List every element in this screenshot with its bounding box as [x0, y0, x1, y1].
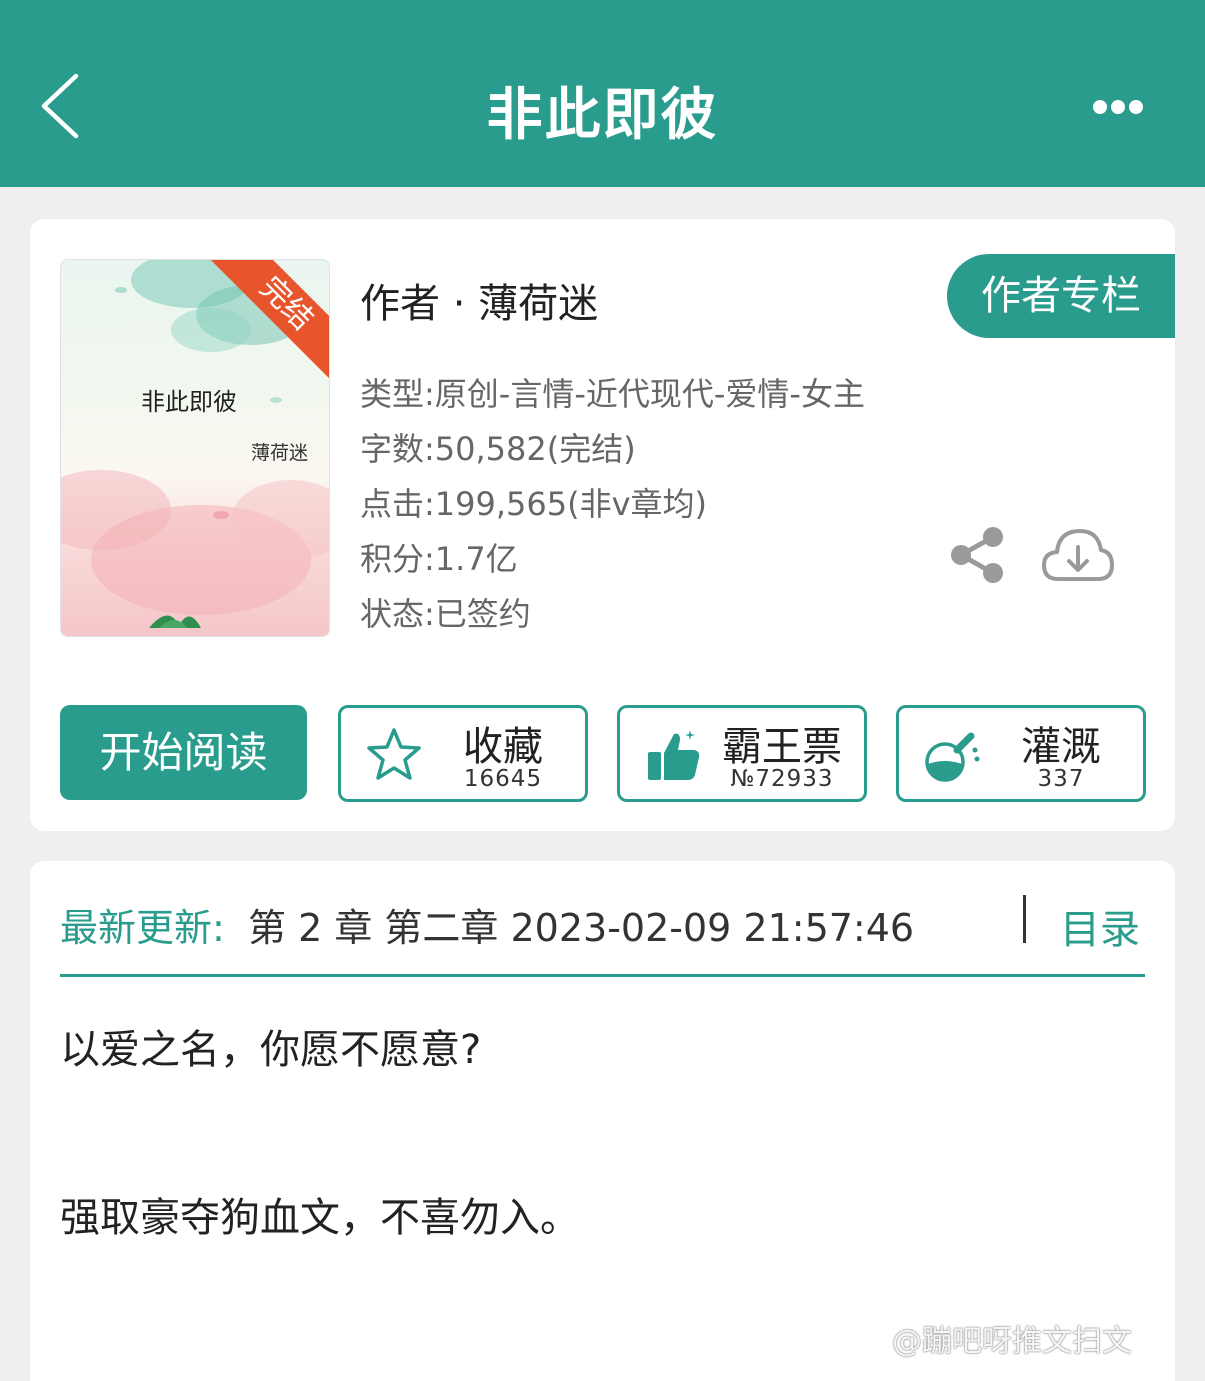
water-button[interactable]: 灌溉 337: [896, 705, 1146, 802]
share-icon: [951, 527, 1003, 583]
contract-status: 状态:已签约: [360, 595, 531, 633]
cloud-download-icon: [1042, 529, 1114, 581]
score: 积分:1.7亿: [360, 540, 518, 578]
author-column-button[interactable]: 作者专栏: [947, 254, 1175, 338]
book-type: 类型:原创-言情-近代现代-爱情-女主: [360, 375, 865, 413]
section-divider: [60, 974, 1145, 977]
author-line[interactable]: 作者 · 薄荷迷: [360, 271, 598, 329]
start-reading-button[interactable]: 开始阅读: [60, 705, 307, 800]
ticket-label: 霸王票: [722, 724, 842, 770]
book-info-card: 完结 非此即彼 薄荷迷 作者 · 薄荷迷 作者专栏 类型:原创-言情-近代现代-…: [30, 219, 1175, 831]
latest-update-label: 最新更新:: [60, 906, 225, 950]
download-button[interactable]: [1040, 523, 1116, 587]
water-count: 337: [1037, 766, 1085, 792]
water-label: 灌溉: [1021, 724, 1101, 770]
favorite-label: 收藏: [463, 724, 543, 770]
description-line-2: 强取豪夺狗血文，不喜勿入。: [60, 1195, 580, 1241]
publisher-logo-icon: [149, 615, 201, 628]
cover-title: 非此即彼: [141, 388, 237, 416]
latest-chapter-link[interactable]: 第 2 章 第二章 2023-02-09 21:57:46: [248, 897, 914, 952]
page-title: 非此即彼: [486, 83, 719, 148]
click-count: 点击:199,565(非v章均): [360, 485, 708, 523]
star-icon: [367, 728, 421, 780]
ticket-button[interactable]: 霸王票 №72933: [617, 705, 867, 802]
description-line-1: 以爱之名，你愿不愿意?: [60, 1027, 482, 1073]
watermark: @蹦吧呀推文扫文: [892, 1324, 1132, 1359]
divider: [1023, 895, 1026, 943]
cover-author: 薄荷迷: [251, 442, 309, 464]
ticket-count: №72933: [730, 766, 834, 792]
flask-icon: [925, 732, 980, 782]
share-button[interactable]: [947, 525, 1007, 585]
top-bar: 非此即彼: [0, 0, 1205, 187]
update-card: 最新更新: 第 2 章 第二章 2023-02-09 21:57:46 目录 以…: [30, 861, 1175, 1381]
favorite-button[interactable]: 收藏 16645: [338, 705, 588, 802]
thumbs-up-icon: [648, 730, 700, 780]
more-button[interactable]: [1086, 90, 1150, 124]
table-of-contents-link[interactable]: 目录: [1060, 897, 1140, 955]
more-horizontal-icon: [1093, 100, 1143, 114]
favorite-count: 16645: [463, 766, 543, 792]
word-count: 字数:50,582(完结): [360, 430, 636, 468]
book-cover[interactable]: 完结 非此即彼 薄荷迷: [60, 259, 330, 637]
